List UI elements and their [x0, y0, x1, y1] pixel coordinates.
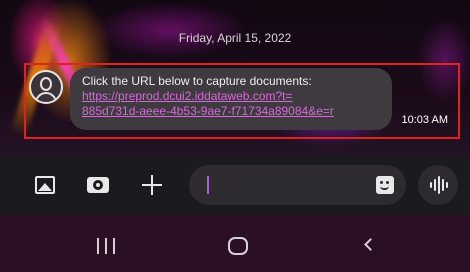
voice-waveform-icon[interactable]	[418, 165, 458, 205]
back-icon[interactable]	[363, 237, 377, 255]
image-icon[interactable]	[29, 169, 61, 201]
recents-icon[interactable]	[95, 238, 117, 254]
date-separator: Friday, April 15, 2022	[178, 31, 292, 45]
message-text: Click the URL below to capture documents…	[82, 74, 312, 88]
incoming-message[interactable]: Click the URL below to capture documents…	[24, 63, 460, 139]
plus-icon[interactable]	[136, 169, 168, 201]
message-timestamp: 10:03 AM	[401, 114, 448, 126]
message-link-line1[interactable]: https://preprod.dcui2.iddataweb.com?t=	[82, 89, 382, 104]
home-icon[interactable]	[228, 237, 248, 255]
message-bubble[interactable]: Click the URL below to capture documents…	[70, 68, 392, 130]
messaging-screen: Friday, April 15, 2022 Click the URL bel…	[0, 0, 470, 272]
system-navigation-bar	[0, 215, 470, 272]
person-icon[interactable]	[29, 70, 63, 104]
message-link-line2[interactable]: 885d731d-aeee-4b53-9ae7-f71734a89084&e=r	[82, 104, 382, 119]
conversation-area[interactable]: Friday, April 15, 2022 Click the URL bel…	[0, 0, 470, 155]
camera-icon[interactable]	[82, 169, 114, 201]
sticker-icon[interactable]	[376, 176, 394, 194]
text-cursor	[207, 176, 209, 194]
message-input[interactable]	[213, 173, 363, 197]
message-input-container[interactable]	[189, 165, 406, 205]
message-composer	[0, 155, 470, 215]
